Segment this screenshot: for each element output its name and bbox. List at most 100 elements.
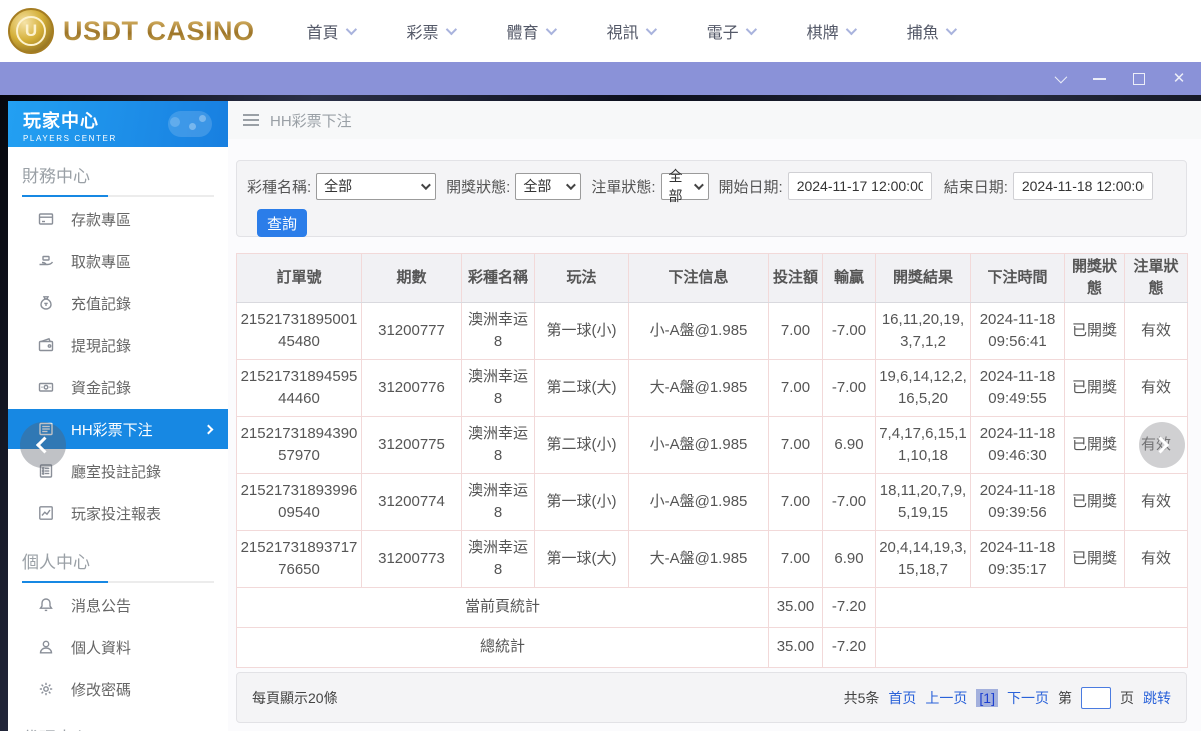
minimize-icon — [1092, 77, 1106, 80]
next-page-link[interactable]: 下一页 — [1007, 688, 1049, 708]
col-play: 玩法 — [534, 253, 629, 303]
first-page-link[interactable]: 首页 — [888, 688, 916, 708]
nav-label: 體育 — [506, 25, 539, 42]
nav-item-fishing[interactable]: 捕魚 — [907, 19, 957, 43]
sidebar-item-label: 修改密碼 — [71, 681, 132, 699]
brand-logo[interactable]: U USDT CASINO — [8, 8, 255, 54]
col-order-status: 注單狀態 — [1124, 253, 1188, 303]
gamepad-decoration-icon — [158, 105, 218, 143]
section-title-agent: 代理中心 — [22, 724, 214, 731]
moneybag-icon — [40, 296, 52, 310]
sidebar-item-deposit[interactable]: 存款專區 — [8, 199, 228, 239]
col-bet-info: 下注信息 — [628, 253, 769, 303]
panel-expand-button[interactable] — [1139, 422, 1185, 468]
jump-link[interactable]: 跳转 — [1143, 688, 1171, 708]
current-page-indicator: [1] — [976, 688, 998, 707]
chevron-down-icon — [945, 23, 957, 36]
draw-status-select[interactable]: 全部 — [515, 172, 582, 200]
nav-item-home[interactable]: 首頁 — [307, 19, 357, 43]
sidebar-header: 玩家中心 PLAYERS CENTER — [8, 101, 228, 147]
col-bet-time: 下注時間 — [970, 253, 1065, 303]
table-header-row: 訂單號 期數 彩種名稱 玩法 下注信息 投注額 輸贏 開獎結果 下注時間 開獎狀… — [236, 253, 1188, 303]
page-size-text: 每頁顯示20條 — [252, 689, 338, 706]
gear-icon — [39, 682, 53, 696]
sidebar-item-recharge-records[interactable]: 充值記錄 — [8, 283, 228, 323]
search-button[interactable]: 查詢 — [257, 209, 307, 237]
window-collapse-button[interactable] — [1051, 70, 1067, 87]
col-amount: 投注額 — [768, 253, 823, 303]
wallet-icon — [38, 337, 54, 352]
lottery-name-select[interactable]: 全部 — [316, 172, 437, 200]
chevron-right-icon — [203, 424, 214, 434]
sidebar-item-label: 資金記錄 — [71, 379, 132, 397]
pagination-bar: 每頁顯示20條 共5条 首页 上一页 [1] 下一页 第 页 跳转 — [236, 672, 1187, 723]
maximize-icon — [1133, 72, 1145, 85]
draw-status-label: 開獎狀態: — [446, 178, 511, 196]
nav-item-sports[interactable]: 體育 — [506, 19, 557, 43]
nav-label: 棋牌 — [806, 25, 839, 42]
chevron-down-icon — [421, 179, 432, 190]
nav-label: 彩票 — [406, 25, 439, 42]
page-number-input[interactable] — [1081, 686, 1111, 709]
window-minimize-button[interactable] — [1091, 71, 1107, 87]
nav-label: 視訊 — [606, 25, 639, 42]
brand-name: USDT CASINO — [63, 15, 255, 46]
sidebar-item-player-bet-report[interactable]: 玩家投注報表 — [8, 493, 228, 533]
total-summary-row: 總統計 35.00 -7.20 — [236, 626, 1188, 668]
chevron-down-icon — [693, 179, 704, 190]
sidebar-collapse-button[interactable] — [20, 422, 66, 468]
hamburger-menu-icon[interactable] — [243, 114, 259, 126]
col-draw-status: 開獎狀態 — [1064, 253, 1125, 303]
window-close-button[interactable]: ✕ — [1171, 71, 1187, 87]
banknote-icon — [38, 382, 54, 392]
sidebar: 玩家中心 PLAYERS CENTER 財務中心 存款專區 取款專區 充值記錄 … — [8, 101, 228, 731]
chevron-down-icon — [745, 23, 757, 36]
end-date-input[interactable] — [1012, 172, 1153, 200]
col-order-no: 訂單號 — [236, 253, 362, 303]
summary-winloss: -7.20 — [822, 626, 876, 668]
nav-item-lottery[interactable]: 彩票 — [406, 19, 457, 43]
main-menu: 首頁 彩票 體育 視訊 電子 棋牌 捕魚 — [307, 19, 957, 43]
page-title: HH彩票下注 — [270, 112, 352, 130]
prev-page-link[interactable]: 上一页 — [925, 688, 967, 708]
chevron-left-icon — [35, 436, 53, 454]
sidebar-item-fund-records[interactable]: 資金記錄 — [8, 367, 228, 407]
sidebar-item-withdraw[interactable]: 取款專區 — [8, 241, 228, 281]
breadcrumb: HH彩票下注 — [228, 101, 1201, 139]
nav-item-slots[interactable]: 電子 — [706, 19, 757, 43]
nav-item-boardgames[interactable]: 棋牌 — [806, 19, 857, 43]
section-underline — [22, 581, 214, 583]
sidebar-item-profile[interactable]: 個人資料 — [8, 627, 228, 667]
chevron-down-icon — [445, 23, 457, 36]
bell-icon — [39, 598, 53, 612]
filter-panel: 彩種名稱: 全部 開獎狀態: 全部 注單狀態: 全部 開始日期: 結束日期: — [236, 160, 1187, 237]
sidebar-item-label: 提現記錄 — [71, 337, 132, 355]
close-icon: ✕ — [1172, 70, 1186, 87]
sidebar-item-change-password[interactable]: 修改密碼 — [8, 669, 228, 709]
nav-label: 電子 — [706, 25, 739, 42]
end-date-label: 結束日期: — [943, 178, 1008, 196]
jump-prefix-label: 第 — [1058, 689, 1072, 706]
sidebar-item-label: 個人資料 — [71, 639, 132, 657]
sidebar-item-label: 廳室投註記錄 — [71, 463, 162, 481]
sidebar-item-label: 玩家投注報表 — [71, 505, 162, 523]
start-date-input[interactable] — [787, 172, 932, 200]
col-draw-result: 開獎結果 — [875, 253, 971, 303]
sidebar-item-withdrawal-records[interactable]: 提現記錄 — [8, 325, 228, 365]
sidebar-item-label: 存款專區 — [71, 211, 132, 229]
section-title-finance: 財務中心 — [22, 167, 90, 186]
chevron-down-icon — [566, 179, 577, 190]
user-icon — [39, 640, 53, 654]
col-lottery-name: 彩種名稱 — [461, 253, 535, 303]
deposit-card-icon — [38, 213, 54, 225]
coin-logo-icon: U — [8, 8, 54, 54]
nav-item-video[interactable]: 視訊 — [606, 19, 657, 43]
withdraw-hand-icon — [39, 255, 54, 266]
lottery-name-label: 彩種名稱: — [247, 178, 312, 196]
summary-empty — [875, 586, 1188, 628]
window-maximize-button[interactable] — [1131, 71, 1147, 87]
order-status-select[interactable]: 全部 — [660, 168, 709, 204]
chevron-down-icon — [645, 23, 657, 36]
sidebar-item-announcements[interactable]: 消息公告 — [8, 585, 228, 625]
order-status-label: 注單狀態: — [591, 178, 656, 196]
